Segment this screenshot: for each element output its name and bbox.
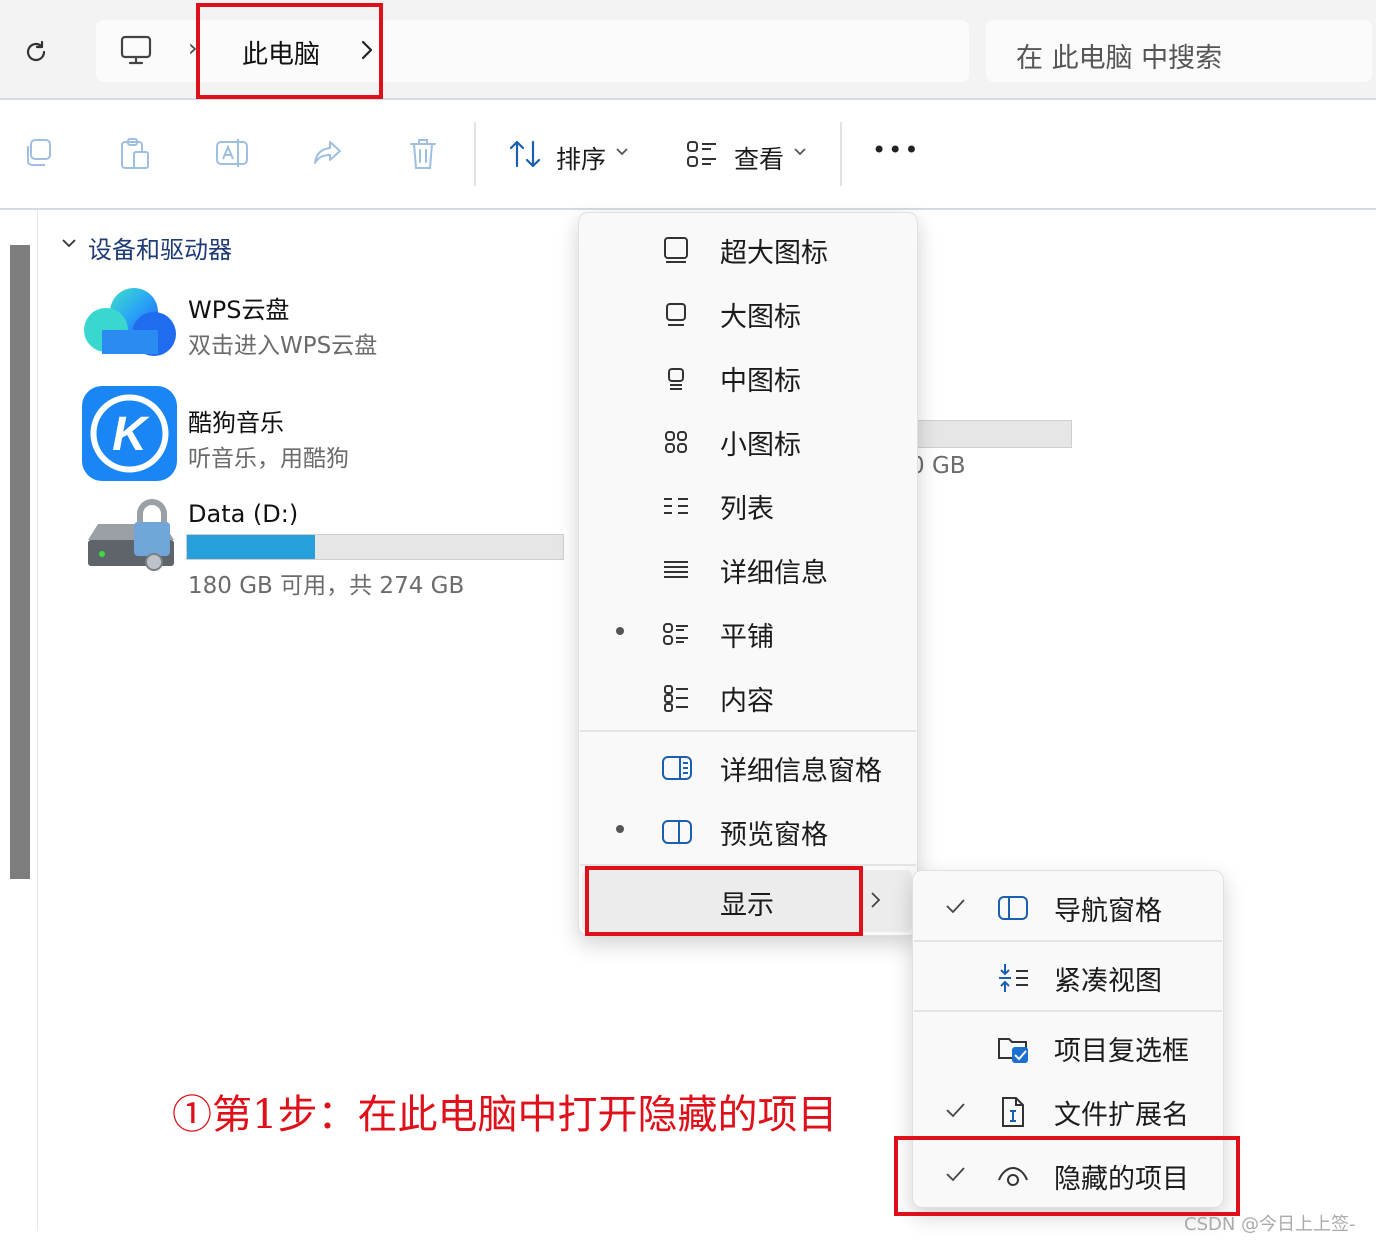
highlight-box-breadcrumb <box>196 3 383 99</box>
item-subtitle: 听音乐，用酷狗 <box>188 446 349 472</box>
item-title[interactable]: WPS云盘 <box>188 290 289 325</box>
submenu-item-item-checkboxes[interactable]: 项目复选框 <box>996 1026 1189 1070</box>
view-button[interactable]: 查看 <box>734 140 784 176</box>
selected-bullet-icon <box>616 627 624 635</box>
drive-space-text: 0 GB <box>910 453 966 479</box>
tiles-icon <box>663 623 688 645</box>
svg-text:K: K <box>112 408 150 461</box>
delete-icon[interactable] <box>406 136 440 172</box>
item-title[interactable]: 酷狗音乐 <box>188 403 284 438</box>
annotation-caption: ①第1步：在此电脑中打开隐藏的项目 <box>172 1092 838 1138</box>
menu-item-label: 大图标 <box>720 301 801 333</box>
menu-item-label: 详细信息 <box>720 557 828 589</box>
menu-item-label: 导航窗格 <box>1054 895 1162 927</box>
submenu-item-file-extensions[interactable]: 文件扩展名 <box>996 1090 1189 1134</box>
menu-separator <box>580 730 916 732</box>
kugou-icon[interactable]: K <box>82 386 177 481</box>
preview-pane-icon <box>662 820 692 844</box>
menu-item-label: 小图标 <box>720 429 801 461</box>
menu-item-label: 紧凑视图 <box>1054 965 1162 997</box>
menu-item-content[interactable]: 内容 <box>660 676 774 720</box>
highlight-box-show <box>585 866 863 936</box>
chevron-down-icon[interactable] <box>792 146 808 158</box>
menu-item-label: 中图标 <box>720 365 801 397</box>
highlight-box-hidden-items <box>894 1136 1240 1216</box>
menu-item-large-icons[interactable]: 大图标 <box>660 292 801 336</box>
paste-icon[interactable] <box>118 136 152 172</box>
menu-item-label: 项目复选框 <box>1054 1035 1189 1067</box>
navigation-pane-icon <box>998 896 1028 920</box>
menu-item-small-icons[interactable]: 小图标 <box>660 420 801 464</box>
toolbar-separator <box>840 122 842 186</box>
menu-item-medium-icons[interactable]: 中图标 <box>660 356 801 400</box>
view-icon[interactable] <box>684 136 720 172</box>
selected-bullet-icon <box>616 825 624 833</box>
search-placeholder: 在 此电脑 中搜索 <box>1016 43 1223 74</box>
refresh-button[interactable] <box>14 30 58 74</box>
chevron-down-icon[interactable] <box>614 146 630 158</box>
extra-large-icons-icon <box>664 237 688 263</box>
large-icons-icon <box>666 303 686 326</box>
menu-item-label: 平铺 <box>720 621 774 653</box>
rename-icon[interactable] <box>214 136 250 170</box>
menu-item-details-pane[interactable]: 详细信息窗格 <box>660 746 882 790</box>
copy-icon[interactable] <box>22 136 56 170</box>
drive-usage-bar <box>186 534 564 560</box>
wps-cloud-icon[interactable] <box>82 284 178 358</box>
watermark: CSDN @今日上上签- <box>1184 1214 1356 1235</box>
more-options-button[interactable]: ••• <box>872 136 920 164</box>
details-icon <box>664 561 688 578</box>
toolbar-separator <box>474 122 476 186</box>
this-pc-icon[interactable] <box>118 32 154 68</box>
navigation-scrollbar[interactable] <box>10 245 30 879</box>
group-header-devices[interactable]: 设备和驱动器 <box>88 230 232 265</box>
share-icon[interactable] <box>310 136 346 170</box>
drive-usage-bar <box>900 420 1072 448</box>
item-checkbox-icon <box>998 1038 1028 1063</box>
menu-item-list[interactable]: 列表 <box>660 484 774 528</box>
checkmark-icon <box>944 896 966 916</box>
checkmark-icon <box>944 1100 966 1120</box>
menu-item-label: 文件扩展名 <box>1054 1099 1189 1131</box>
menu-separator <box>914 1010 1222 1012</box>
menu-item-label: 列表 <box>720 493 774 525</box>
item-subtitle: 双击进入WPS云盘 <box>188 333 378 359</box>
menu-item-label: 超大图标 <box>720 237 828 269</box>
menu-item-details[interactable]: 详细信息 <box>660 548 828 592</box>
small-icons-icon <box>665 431 687 453</box>
drive-space-text: 180 GB 可用，共 274 GB <box>188 573 465 599</box>
refresh-icon <box>26 40 46 62</box>
details-pane-icon <box>662 756 692 780</box>
drive-icon[interactable] <box>84 498 178 578</box>
menu-separator <box>914 940 1222 942</box>
compact-view-icon <box>999 964 1028 992</box>
list-icon <box>664 498 688 514</box>
sort-button[interactable]: 排序 <box>556 140 606 176</box>
submenu-item-compact-view[interactable]: 紧凑视图 <box>996 956 1162 1000</box>
menu-item-label: 内容 <box>720 685 774 717</box>
menu-item-label: 详细信息窗格 <box>720 755 882 787</box>
menu-item-preview-pane[interactable]: 预览窗格 <box>660 810 828 854</box>
medium-icons-icon <box>668 368 684 390</box>
chevron-down-icon[interactable] <box>60 236 78 250</box>
chevron-right-icon[interactable] <box>868 888 884 912</box>
submenu-item-navigation-pane[interactable]: 导航窗格 <box>996 886 1162 930</box>
file-extension-icon <box>1002 1097 1024 1127</box>
item-title[interactable]: Data (D:) <box>188 500 298 528</box>
drive-usage-fill <box>187 535 315 559</box>
sort-icon[interactable] <box>508 136 544 172</box>
content-icon <box>664 685 688 712</box>
menu-item-extra-large-icons[interactable]: 超大图标 <box>660 228 828 272</box>
menu-item-label: 预览窗格 <box>720 819 828 851</box>
menu-item-tiles[interactable]: 平铺 <box>660 612 774 656</box>
